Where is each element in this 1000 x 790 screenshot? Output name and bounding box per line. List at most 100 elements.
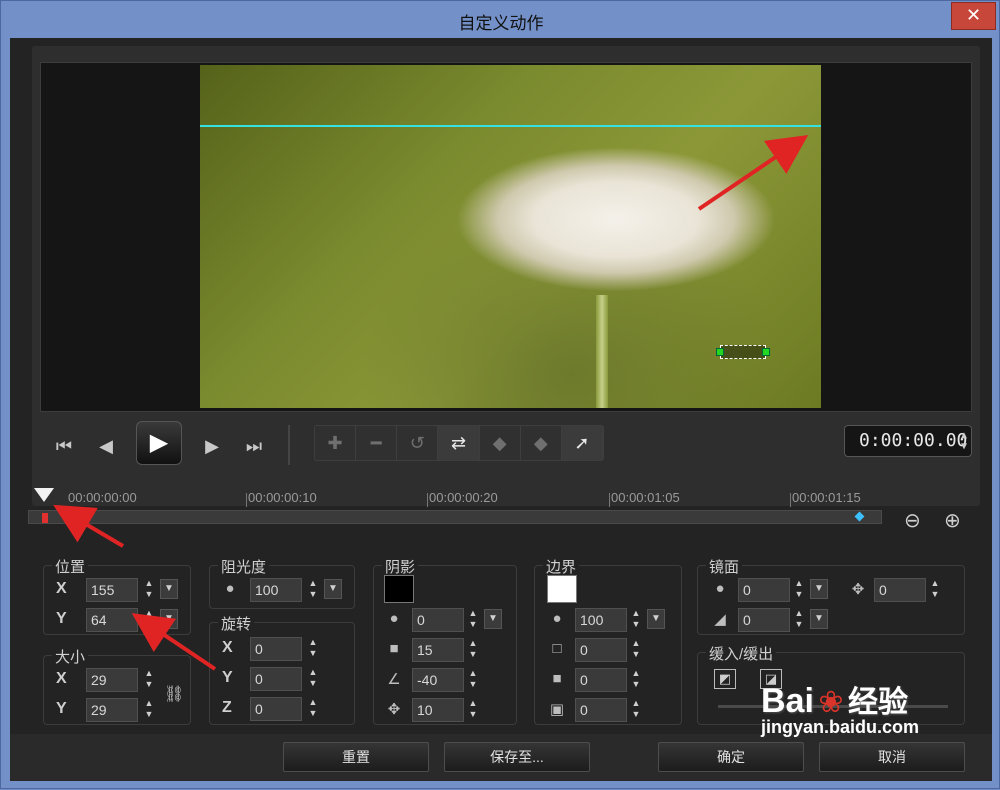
ruler-tick	[246, 493, 247, 507]
size-label: 大小	[52, 646, 89, 667]
prev-frame-icon[interactable]: ◀	[88, 429, 124, 463]
window-title: 自定义动作	[458, 14, 544, 33]
reverse-icon[interactable]: ↺	[397, 426, 439, 460]
zoom-out-icon[interactable]: ⊖	[904, 508, 921, 533]
ruler-tick	[609, 493, 610, 507]
shadow-blur-field[interactable]: 15	[412, 638, 464, 662]
handle-right[interactable]	[762, 348, 770, 356]
shadow-angle-field[interactable]: -40	[412, 668, 464, 692]
shadow-blur-spinner-icon[interactable]: ▲ ▼	[466, 638, 480, 662]
cancel-button[interactable]: 取消	[819, 742, 965, 772]
link-aspect-icon[interactable]: ⛓	[164, 684, 184, 704]
next-frame-icon[interactable]: ▶	[194, 429, 230, 463]
shadow-distance-spinner-icon[interactable]: ▲ ▼	[466, 698, 480, 722]
rotation-y-field[interactable]: 0	[250, 667, 302, 691]
timeline[interactable]: 00:00:00:00 00:00:00:10 00:00:00:20 00:0…	[28, 488, 888, 545]
mirror-offset-field[interactable]: 0	[874, 578, 926, 602]
position-y-spinner-icon[interactable]: ▲ ▼	[142, 608, 156, 632]
rotation-y-spinner-icon[interactable]: ▲ ▼	[306, 667, 320, 691]
go-end-icon[interactable]: ⏭	[236, 429, 272, 463]
goto-keyframe-icon[interactable]: ➚	[561, 426, 603, 460]
add-keyframe-icon[interactable]: ✚	[315, 426, 357, 460]
shadow-group: 阴影 ● 0 ▲ ▼ ▼ ■ 15 ▲ ▼ ∠ -40 ▲ ▼ ✥ 10 ▲ ▼	[373, 556, 517, 725]
border-field-4[interactable]: 0	[575, 698, 627, 722]
opacity-field[interactable]: 100	[250, 578, 302, 602]
object-selection-handle[interactable]	[716, 345, 770, 359]
keyframe-toolbar: ✚ ━ ↺ ⇄ ◆ ◆ ➚	[314, 425, 604, 461]
mirror-distance-spinner-icon[interactable]: ▲ ▼	[792, 608, 806, 632]
remove-keyframe-icon[interactable]: ━	[356, 426, 398, 460]
rotation-x-spinner-icon[interactable]: ▲ ▼	[306, 637, 320, 661]
fade-in-icon[interactable]: ◩	[714, 669, 736, 689]
mirror-distance-field[interactable]: 0	[738, 608, 790, 632]
mirror-opacity-field[interactable]: 0	[738, 578, 790, 602]
handle-left[interactable]	[716, 348, 724, 356]
save-to-button[interactable]: 保存至...	[444, 742, 590, 772]
transport-controls: ⏮ ◀ ▶ ▶ ⏭ ✚ ━ ↺ ⇄ ◆ ◆ ➚ 0:00:00.00 ▲ ▼	[40, 421, 972, 491]
title-bar: 自定义动作 ✕	[1, 1, 999, 39]
shadow-distance-field[interactable]: 10	[412, 698, 464, 722]
mirror-offset-spinner-icon[interactable]: ▲ ▼	[928, 578, 942, 602]
border-opacity-spinner-icon[interactable]: ▲ ▼	[629, 608, 643, 632]
size-group: 大小 X 29 ▲ ▼ Y 29 ▲ ▼ ⛓	[43, 646, 191, 725]
next-keyframe-icon[interactable]: ◆	[521, 426, 562, 460]
play-button[interactable]: ▶	[136, 421, 182, 465]
timecode-spinner-icon[interactable]: ▲ ▼	[961, 430, 967, 452]
timecode-value: 0:00:00.00	[859, 430, 968, 451]
border-opacity-dropdown-icon[interactable]: ▼	[647, 609, 665, 629]
position-y-dropdown-icon[interactable]: ▼	[160, 609, 178, 629]
mirror-distance-dropdown-icon[interactable]: ▼	[810, 609, 828, 629]
close-button[interactable]: ✕	[951, 2, 996, 30]
shadow-blur-icon: ■	[389, 640, 399, 657]
opacity-spinner-icon[interactable]: ▲ ▼	[306, 578, 320, 602]
timeline-track[interactable]	[28, 510, 882, 524]
position-x-field[interactable]: 155	[86, 578, 138, 602]
shadow-opacity-dropdown-icon[interactable]: ▼	[484, 609, 502, 629]
shadow-angle-spinner-icon[interactable]: ▲ ▼	[466, 668, 480, 692]
watermark-url: jingyan.baidu.com	[761, 717, 920, 737]
mirror-opacity-dropdown-icon[interactable]: ▼	[810, 579, 828, 599]
rotation-x-field[interactable]: 0	[250, 637, 302, 661]
x-label: X	[222, 639, 233, 656]
border-width-spinner-icon[interactable]: ▲ ▼	[629, 638, 643, 662]
size-y-field[interactable]: 29	[86, 698, 138, 722]
size-y-spinner-icon[interactable]: ▲ ▼	[142, 698, 156, 722]
rotation-z-field[interactable]: 0	[250, 697, 302, 721]
playhead-icon[interactable]	[34, 488, 54, 502]
swap-icon[interactable]: ⇄	[438, 426, 480, 460]
keyframe-marker-start[interactable]	[42, 513, 48, 523]
size-x-spinner-icon[interactable]: ▲ ▼	[142, 668, 156, 692]
timecode-display[interactable]: 0:00:00.00 ▲ ▼	[844, 425, 972, 457]
divider	[288, 425, 290, 465]
border-spinner-3-icon[interactable]: ▲ ▼	[629, 668, 643, 692]
border-width-field[interactable]: 0	[575, 638, 627, 662]
border-opacity-field[interactable]: 100	[575, 608, 627, 632]
border-inner-icon: ▣	[549, 701, 565, 718]
watermark-brand: Bai	[761, 682, 814, 720]
opacity-dropdown-icon[interactable]: ▼	[324, 579, 342, 599]
mirror-label: 镜面	[706, 556, 743, 577]
mirror-gradient-icon: ◢	[714, 611, 726, 628]
position-x-dropdown-icon[interactable]: ▼	[160, 579, 178, 599]
opacity-icon: ●	[225, 580, 235, 597]
border-field-3[interactable]: 0	[575, 668, 627, 692]
size-x-field[interactable]: 29	[86, 668, 138, 692]
prev-keyframe-icon[interactable]: ◆	[480, 426, 521, 460]
reset-button[interactable]: 重置	[283, 742, 429, 772]
opacity-label: 阻光度	[218, 556, 270, 577]
ruler-label: 00:00:00:00	[68, 490, 137, 505]
shadow-color-swatch[interactable]	[384, 575, 414, 603]
go-start-icon[interactable]: ⏮	[46, 429, 82, 463]
shadow-opacity-field[interactable]: 0	[412, 608, 464, 632]
border-spinner-4-icon[interactable]: ▲ ▼	[629, 698, 643, 722]
zoom-in-icon[interactable]: ⊕	[944, 508, 961, 533]
border-color-swatch[interactable]	[547, 575, 577, 603]
position-x-spinner-icon[interactable]: ▲ ▼	[142, 578, 156, 602]
move-icon: ✥	[387, 701, 401, 718]
ok-button[interactable]: 确定	[658, 742, 804, 772]
rotation-z-spinner-icon[interactable]: ▲ ▼	[306, 697, 320, 721]
mirror-opacity-spinner-icon[interactable]: ▲ ▼	[792, 578, 806, 602]
position-y-field[interactable]: 64	[86, 608, 138, 632]
z-label: Z	[222, 699, 232, 716]
shadow-opacity-spinner-icon[interactable]: ▲ ▼	[466, 608, 480, 632]
